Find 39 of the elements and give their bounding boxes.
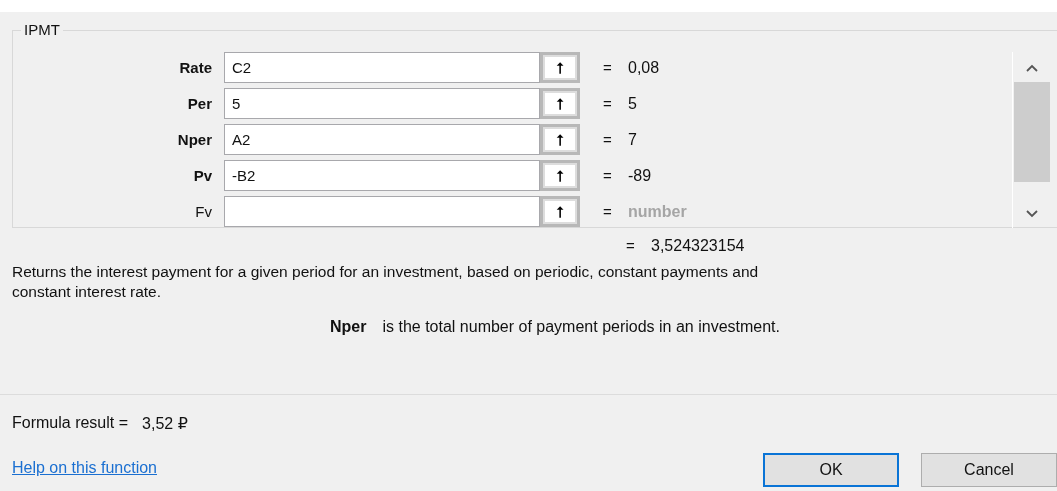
argument-name: Nper — [330, 318, 367, 336]
argument-value: -89 — [628, 166, 652, 185]
argument-label: Pv — [192, 167, 213, 184]
collapse-button[interactable]: ⭡ — [540, 124, 580, 155]
argument-field[interactable]: C2 — [224, 52, 540, 83]
ok-button[interactable]: OK — [763, 453, 899, 487]
scroll-up-icon[interactable] — [1026, 64, 1038, 72]
formula-result-value: 3,52 ₽ — [142, 414, 188, 433]
argument-value: number — [628, 202, 687, 221]
argument-value: 5 — [628, 94, 637, 113]
equals-sign: = — [603, 131, 613, 148]
argument-field[interactable] — [224, 196, 540, 227]
collapse-button[interactable]: ⭡ — [540, 52, 580, 83]
argument-field[interactable]: -B2 — [224, 160, 540, 191]
argument-label: Nper — [176, 131, 213, 148]
argument-label: Rate — [178, 59, 213, 76]
argument-value: 0,08 — [628, 58, 660, 77]
argument-label: Per — [186, 95, 213, 112]
equals-sign: = — [603, 203, 613, 220]
argument-label: Fv — [194, 203, 213, 220]
cancel-button[interactable]: Cancel — [921, 453, 1057, 487]
help-link[interactable]: Help on this function — [12, 459, 157, 477]
equals-sign: = — [603, 95, 613, 112]
equals-sign: = — [603, 167, 613, 184]
argument-description: is the total number of payment periods in an investment. — [382, 318, 780, 336]
equals-sign: = — [603, 59, 613, 76]
formula-result-label: Formula result = — [12, 414, 129, 433]
argument-field[interactable]: 5 — [224, 88, 540, 119]
collapse-button[interactable]: ⭡ — [540, 196, 580, 227]
argument-value: 7 — [628, 130, 637, 149]
function-description: Returns the interest payment for a given period for an investment, based on periodic, constant payments and constant interest rate. — [12, 262, 760, 302]
scroll-thumb[interactable] — [1014, 82, 1050, 182]
equals-sign: = — [626, 236, 636, 256]
scrollbar[interactable] — [1012, 52, 1051, 228]
function-result: 3,524323154 — [651, 236, 745, 256]
collapse-button[interactable]: ⭡ — [540, 160, 580, 191]
collapse-button[interactable]: ⭡ — [540, 88, 580, 119]
argument-field[interactable]: A2 — [224, 124, 540, 155]
scroll-down-icon[interactable] — [1026, 210, 1038, 218]
